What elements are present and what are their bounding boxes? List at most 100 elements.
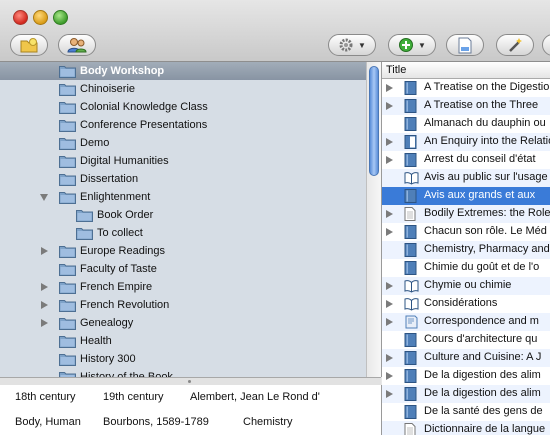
item-row[interactable]: Cours d'architecture qu	[382, 331, 550, 349]
collection-item[interactable]: Health	[0, 332, 366, 350]
book-section-icon	[404, 135, 417, 149]
new-collection-button[interactable]	[10, 34, 48, 56]
item-title: Arrest du conseil d'état	[424, 153, 536, 165]
new-group-button[interactable]	[58, 34, 96, 56]
item-row[interactable]: Chymie ou chimie	[382, 277, 550, 295]
item-row[interactable]: Avis aux grands et aux	[382, 187, 550, 205]
collection-item[interactable]: Genealogy	[0, 314, 366, 332]
new-group-icon	[67, 38, 87, 53]
column-title: Title	[386, 64, 407, 76]
item-row[interactable]: An Enquiry into the Relation	[382, 133, 550, 151]
close-window-button[interactable]	[13, 10, 28, 25]
collection-label: History 300	[80, 353, 136, 365]
collection-item[interactable]: History of the Book	[0, 368, 366, 377]
add-by-identifier-button[interactable]	[496, 34, 534, 56]
minimize-window-button[interactable]	[33, 10, 48, 25]
item-row[interactable]: Dictionnaire de la langue	[382, 421, 550, 435]
folder-icon	[76, 227, 93, 240]
item-row[interactable]: Bodily Extremes: the Role	[382, 205, 550, 223]
tag-chemistry[interactable]: Chemistry	[243, 416, 293, 428]
disclosure-closed-icon[interactable]	[386, 228, 393, 236]
item-row[interactable]: De la santé des gens de	[382, 403, 550, 421]
open-book-icon	[404, 171, 419, 185]
item-row[interactable]: Considérations	[382, 295, 550, 313]
item-row[interactable]: A Treatise on the Digestion	[382, 79, 550, 97]
collection-item[interactable]: Digital Humanities	[0, 152, 366, 170]
collection-item[interactable]: Dissertation	[0, 170, 366, 188]
item-title: An Enquiry into the Relation	[424, 135, 550, 147]
item-row[interactable]: Arrest du conseil d'état	[382, 151, 550, 169]
disclosure-closed-icon[interactable]	[41, 283, 48, 291]
item-row[interactable]: De la digestion des alim	[382, 385, 550, 403]
item-row[interactable]: A Treatise on the Three	[382, 97, 550, 115]
collection-item[interactable]: Demo	[0, 134, 366, 152]
disclosure-closed-icon[interactable]	[41, 247, 48, 255]
collection-label: Faculty of Taste	[80, 263, 157, 275]
new-item-button[interactable]: ▼	[388, 34, 436, 56]
disclosure-closed-icon[interactable]	[386, 390, 393, 398]
item-title: Culture and Cuisine: A J	[424, 351, 542, 363]
collection-item[interactable]: To collect	[0, 224, 366, 242]
folder-icon	[59, 191, 76, 204]
letter-icon	[404, 315, 418, 329]
collection-item[interactable]: Enlightenment	[0, 188, 366, 206]
item-row[interactable]: Correspondence and m	[382, 313, 550, 331]
collection-item[interactable]: Chinoiserie	[0, 80, 366, 98]
item-row[interactable]: Chimie du goût et de l'o	[382, 259, 550, 277]
item-title: Chemistry, Pharmacy and	[424, 243, 550, 255]
item-title: Almanach du dauphin ou	[424, 117, 546, 129]
book-icon	[404, 153, 417, 167]
disclosure-closed-icon[interactable]	[41, 301, 48, 309]
zoom-window-button[interactable]	[53, 10, 68, 25]
actions-menu-button[interactable]: ▼	[328, 34, 376, 56]
chevron-down-icon: ▼	[418, 40, 426, 50]
disclosure-closed-icon[interactable]	[41, 319, 48, 327]
disclosure-closed-icon[interactable]	[386, 84, 393, 92]
scrollbar-thumb[interactable]	[369, 66, 379, 176]
disclosure-closed-icon[interactable]	[386, 318, 393, 326]
collection-item[interactable]: Body Workshop	[0, 62, 366, 80]
collection-item[interactable]: French Empire	[0, 278, 366, 296]
tag-body-human[interactable]: Body, Human	[15, 416, 81, 428]
tag-bourbons[interactable]: Bourbons, 1589-1789	[103, 416, 209, 428]
tag-19th-century[interactable]: 19th century	[103, 391, 164, 403]
collection-item[interactable]: French Revolution	[0, 296, 366, 314]
disclosure-closed-icon[interactable]	[386, 156, 393, 164]
disclosure-closed-icon[interactable]	[386, 354, 393, 362]
toolbar-overflow-button[interactable]	[542, 34, 550, 56]
disclosure-closed-icon[interactable]	[386, 210, 393, 218]
document-icon	[404, 423, 417, 435]
disclosure-open-icon[interactable]	[40, 194, 48, 201]
folder-icon	[59, 155, 76, 168]
tag-18th-century[interactable]: 18th century	[15, 391, 76, 403]
collections-scrollbar[interactable]	[366, 62, 381, 377]
item-row[interactable]: Chemistry, Pharmacy and	[382, 241, 550, 259]
disclosure-closed-icon[interactable]	[386, 282, 393, 290]
item-row[interactable]: De la digestion des alim	[382, 367, 550, 385]
item-title: Chacun son rôle. Le Méd	[424, 225, 547, 237]
disclosure-closed-icon[interactable]	[386, 102, 393, 110]
title-column-header[interactable]: Title	[382, 62, 550, 79]
item-row[interactable]: Avis au public sur l'usage	[382, 169, 550, 187]
tag-alembert[interactable]: Alembert, Jean Le Rond d'	[190, 391, 320, 403]
collection-item[interactable]: Conference Presentations	[0, 116, 366, 134]
item-title: De la digestion des alim	[424, 387, 541, 399]
disclosure-closed-icon[interactable]	[386, 372, 393, 380]
book-icon	[404, 243, 417, 257]
open-book-icon	[404, 297, 419, 311]
collection-label: Europe Readings	[80, 245, 166, 257]
disclosure-closed-icon[interactable]	[386, 300, 393, 308]
item-row[interactable]: Almanach du dauphin ou	[382, 115, 550, 133]
collection-item[interactable]: Faculty of Taste	[0, 260, 366, 278]
document-icon	[404, 207, 417, 221]
collection-item[interactable]: Colonial Knowledge Class	[0, 98, 366, 116]
collection-item[interactable]: Europe Readings	[0, 242, 366, 260]
collection-item[interactable]: History 300	[0, 350, 366, 368]
collection-label: Digital Humanities	[80, 155, 169, 167]
item-row[interactable]: Chacun son rôle. Le Méd	[382, 223, 550, 241]
item-row[interactable]: Culture and Cuisine: A J	[382, 349, 550, 367]
disclosure-closed-icon[interactable]	[386, 138, 393, 146]
item-title: Avis aux grands et aux	[424, 189, 536, 201]
collection-item[interactable]: Book Order	[0, 206, 366, 224]
new-note-button[interactable]	[446, 34, 484, 56]
